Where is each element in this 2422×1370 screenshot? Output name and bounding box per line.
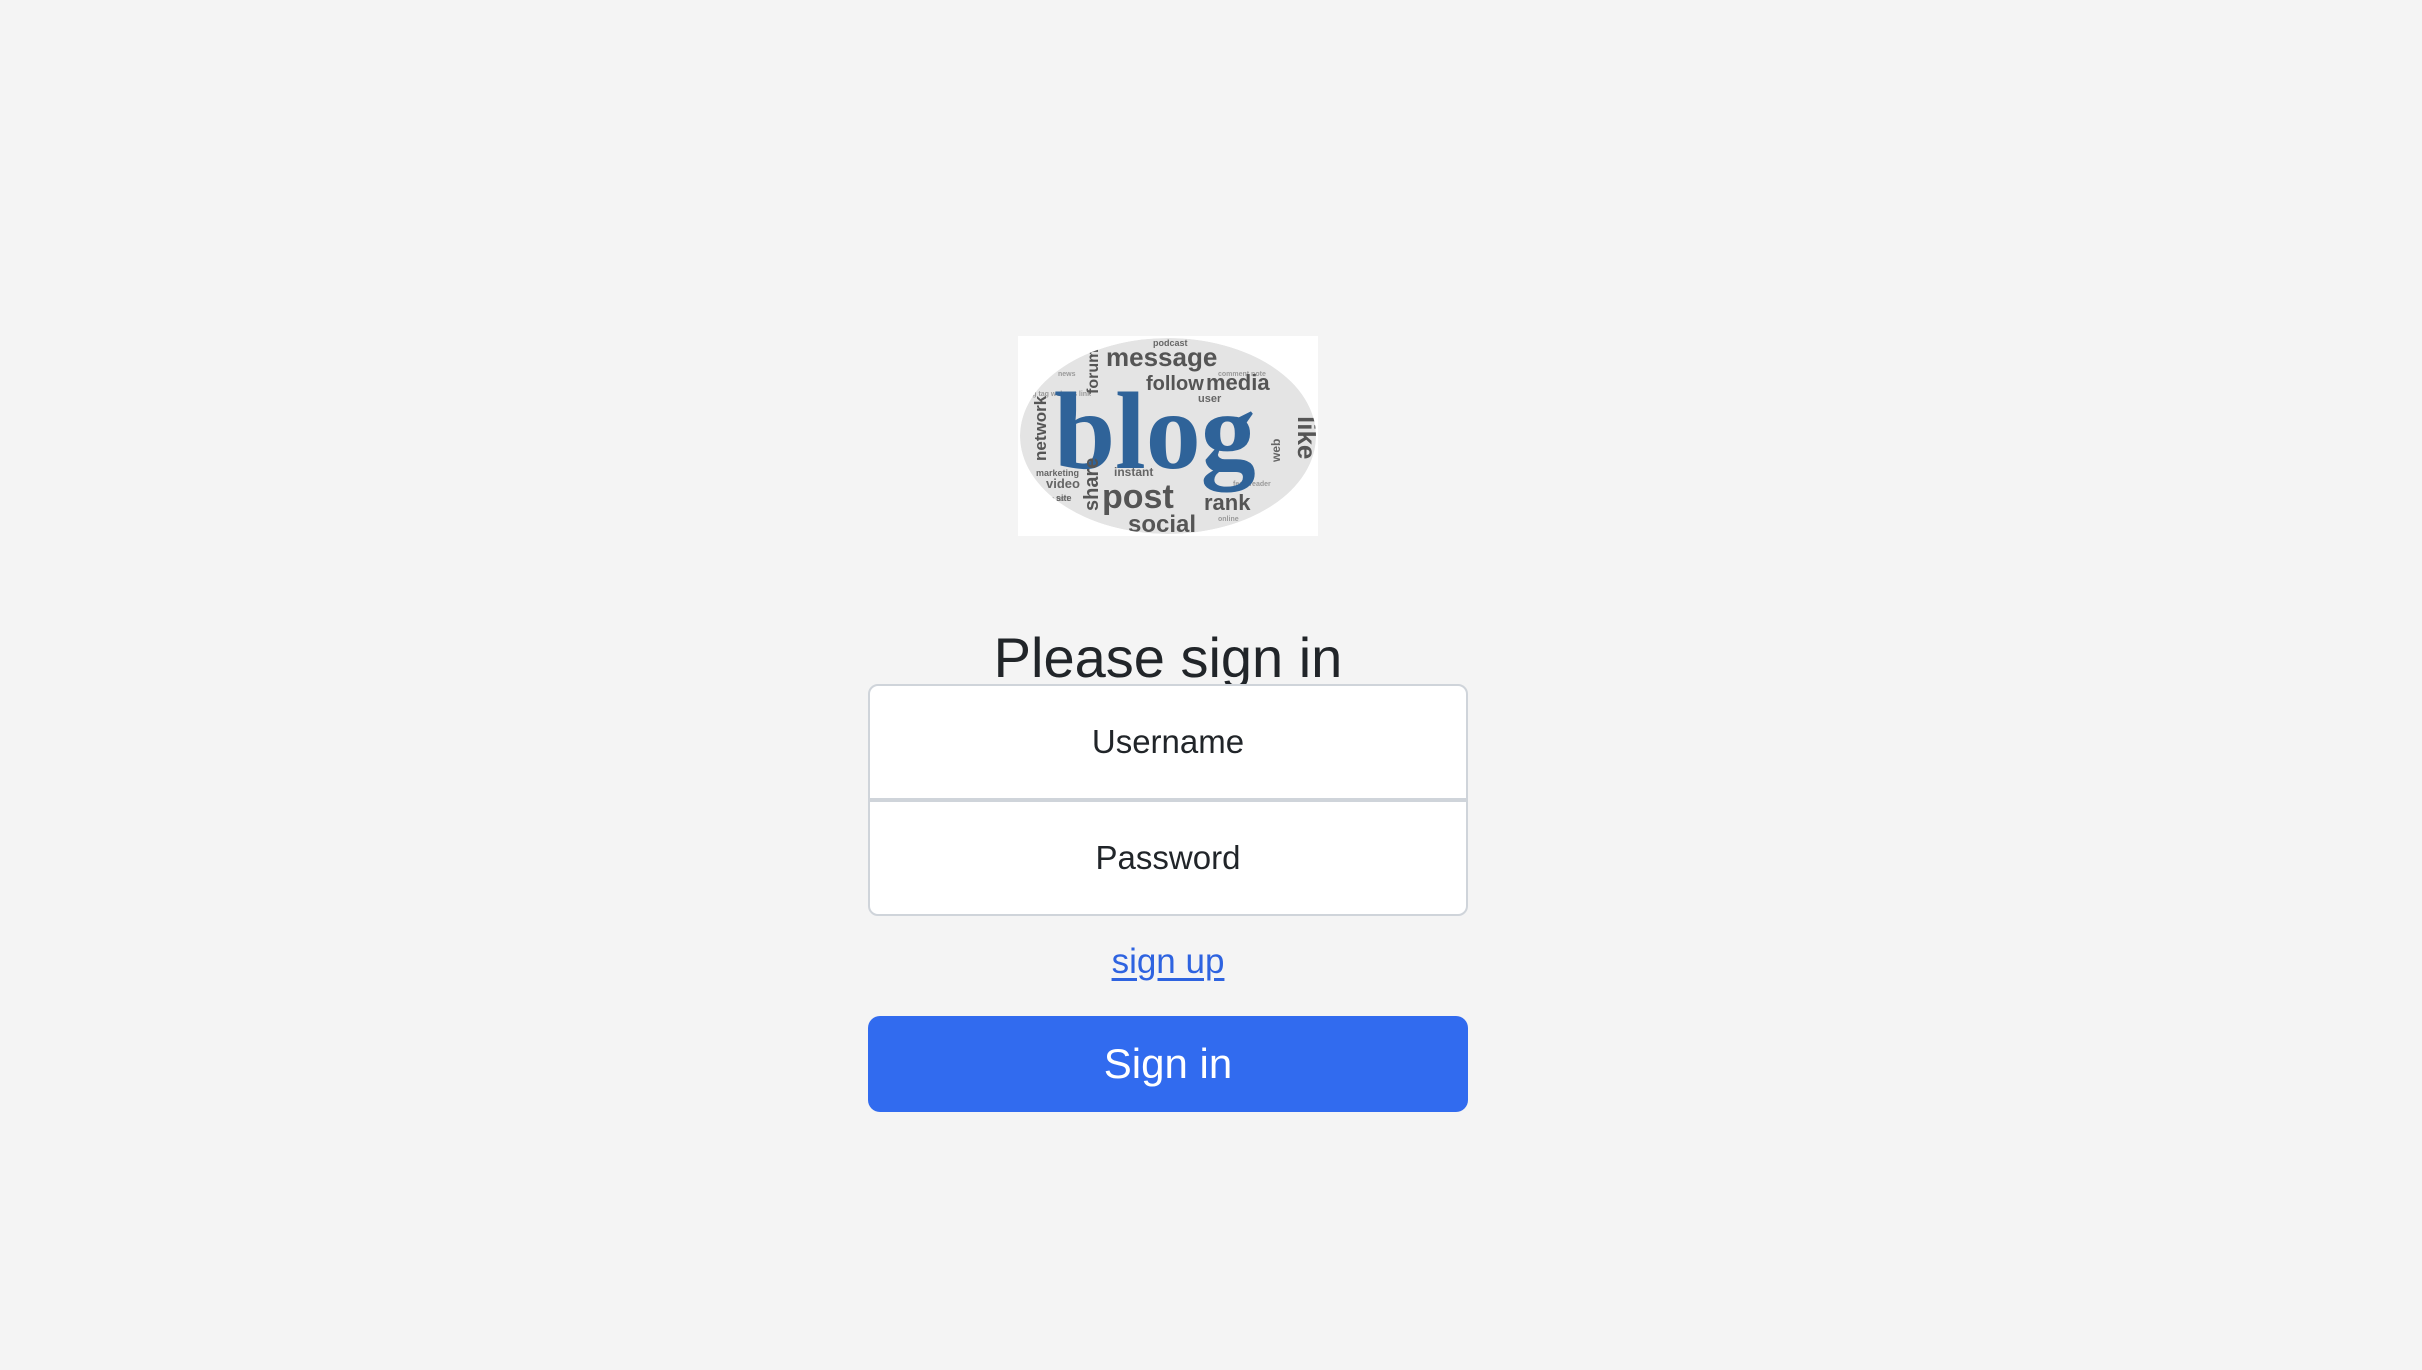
signup-row: sign up [868,938,1468,986]
logo-word-marketing: marketing [1036,468,1079,478]
signin-button[interactable]: Sign in [868,1016,1468,1112]
blog-logo: tag tag web rss link comment note feed r… [1018,336,1318,536]
svg-text:online: online [1218,516,1239,523]
username-input[interactable] [868,684,1468,800]
blog-logo-image: tag tag web rss link comment note feed r… [1018,336,1318,536]
logo-word-video: video [1046,476,1080,491]
logo-word-network: network [1031,395,1050,461]
logo-word-message: message [1106,342,1217,372]
logo-word-share: share [1081,458,1103,511]
logo-word-instant: instant [1114,465,1153,479]
password-input[interactable] [868,800,1468,916]
logo-word-web: web [1269,439,1283,463]
logo-word-site: site [1056,493,1072,503]
signup-link[interactable]: sign up [1112,942,1225,981]
logo-word-rank: rank [1204,490,1251,515]
